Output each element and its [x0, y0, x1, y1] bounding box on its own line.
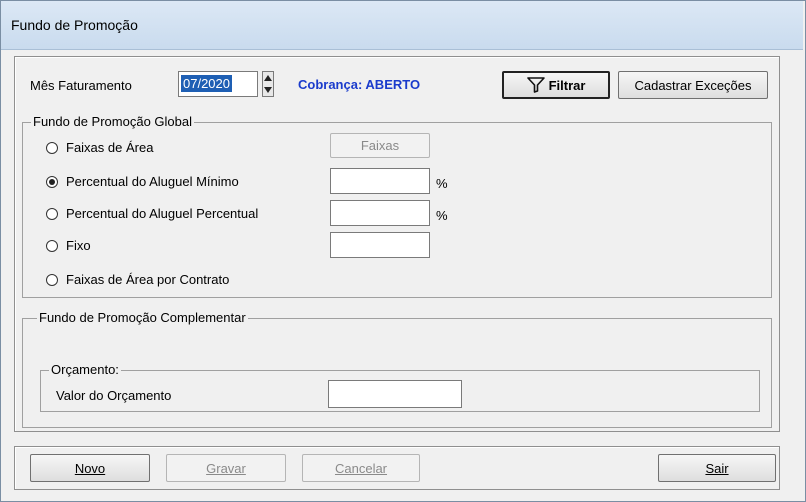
pct-minimo-input[interactable]	[330, 168, 430, 194]
radio-percentual-minimo[interactable]: Percentual do Aluguel Mínimo	[46, 174, 239, 189]
mes-faturamento-input[interactable]: 07/2020	[178, 71, 258, 97]
title-bar: Fundo de Promoção	[1, 1, 803, 50]
percent-sign: %	[436, 208, 448, 223]
gravar-button[interactable]: Gravar	[166, 454, 286, 482]
novo-button[interactable]: Novo	[30, 454, 150, 482]
orcamento-legend: Orçamento:	[49, 362, 121, 377]
sair-button[interactable]: Sair	[658, 454, 776, 482]
valor-orcamento-input[interactable]	[328, 380, 462, 408]
sair-label: Sair	[705, 460, 729, 476]
faixas-label: Faixas	[360, 138, 400, 153]
faixas-button[interactable]: Faixas	[330, 133, 430, 158]
radio-circle-checked[interactable]	[46, 175, 58, 188]
radio-circle[interactable]	[46, 141, 58, 154]
radio-label: Fixo	[66, 238, 91, 253]
global-group-legend: Fundo de Promoção Global	[31, 114, 194, 129]
spin-up-icon[interactable]	[264, 75, 272, 81]
radio-faixas-area[interactable]: Faixas de Área	[46, 140, 153, 155]
radio-percentual-percentual[interactable]: Percentual do Aluguel Percentual	[46, 206, 258, 221]
radio-faixas-contrato[interactable]: Faixas de Área por Contrato	[46, 272, 229, 287]
percent-sign: %	[436, 176, 448, 191]
cancelar-button[interactable]: Cancelar	[302, 454, 420, 482]
radio-label: Percentual do Aluguel Percentual	[66, 206, 259, 221]
radio-circle[interactable]	[46, 273, 58, 286]
novo-label: Novo	[74, 460, 106, 476]
mes-spinner[interactable]	[262, 71, 274, 97]
mes-faturamento-label: Mês Faturamento	[30, 78, 132, 93]
funnel-icon	[526, 77, 545, 93]
filtrar-label: Filtrar	[548, 77, 586, 93]
cadastrar-excecoes-label: Cadastrar Exceções	[634, 77, 752, 93]
radio-circle[interactable]	[46, 207, 58, 220]
cobranca-status: Cobrança: ABERTO	[298, 77, 421, 92]
radio-fixo[interactable]: Fixo	[46, 238, 91, 253]
fixo-input[interactable]	[330, 232, 430, 258]
gravar-label: Gravar	[206, 460, 246, 476]
valor-orcamento-label: Valor do Orçamento	[56, 388, 172, 403]
radio-label: Percentual do Aluguel Mínimo	[66, 174, 239, 189]
filtrar-button[interactable]: Filtrar	[502, 71, 610, 99]
cadastrar-excecoes-button[interactable]: Cadastrar Exceções	[618, 71, 768, 99]
window-title: Fundo de Promoção	[11, 17, 138, 33]
mes-faturamento-value: 07/2020	[181, 75, 232, 92]
radio-label: Faixas de Área por Contrato	[66, 272, 230, 287]
pct-percentual-input[interactable]	[330, 200, 430, 226]
cancelar-label: Cancelar	[334, 460, 388, 476]
spin-down-icon[interactable]	[264, 87, 272, 93]
complementar-group-legend: Fundo de Promoção Complementar	[37, 310, 248, 325]
radio-label: Faixas de Área	[66, 140, 154, 155]
radio-circle[interactable]	[46, 239, 58, 252]
